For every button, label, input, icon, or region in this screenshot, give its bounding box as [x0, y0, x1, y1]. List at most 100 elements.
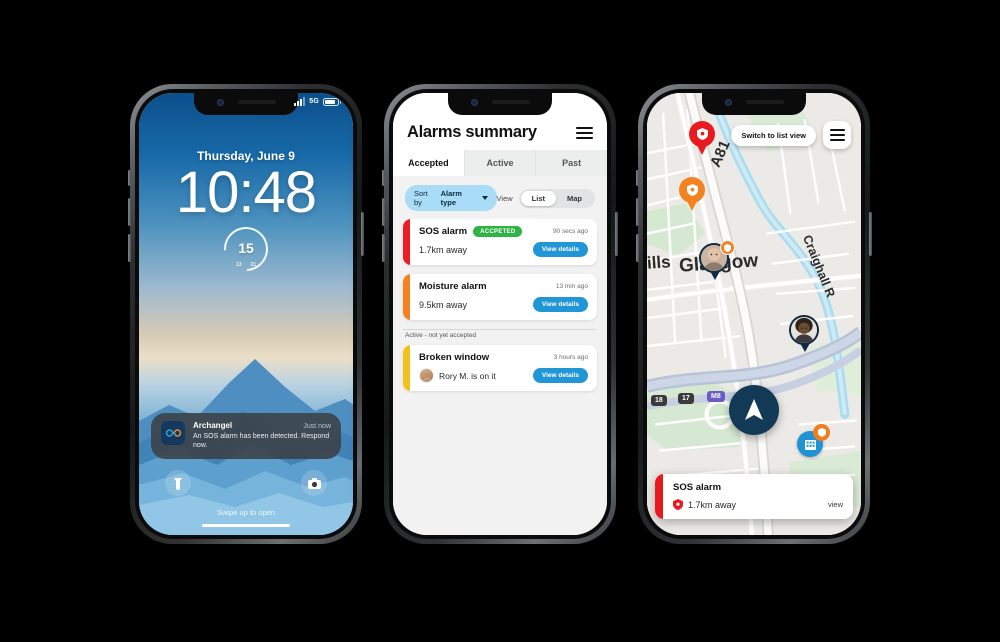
network-type-label: 5G: [309, 98, 319, 105]
front-camera-icon: [470, 98, 478, 106]
alarm-title: Moisture alarm: [419, 281, 487, 292]
page-title: Alarms summary: [407, 123, 537, 141]
alarm-list: SOS alarm ACCPETED 90 secs ago 1.7km awa…: [393, 219, 607, 535]
assignee-row: Rory M. is on it: [419, 368, 496, 383]
view-option-list[interactable]: List: [520, 190, 556, 206]
alarm-badge-icon: [720, 240, 735, 255]
notification-app-name: Archangel: [193, 421, 233, 430]
view-link[interactable]: view: [828, 500, 843, 509]
assignee-label: Rory M. is on it: [439, 370, 496, 381]
section-label-active: Active - not yet accepted: [403, 329, 597, 345]
switch-to-list-view-button[interactable]: Switch to list view: [731, 124, 816, 146]
volume-up-button[interactable]: [382, 198, 385, 226]
road-shield-m8: M8: [707, 391, 725, 402]
camera-button[interactable]: [301, 470, 327, 496]
alarm-badge-icon: [813, 424, 830, 441]
map-app[interactable]: A81 ills Glasgow Craighall R 18 17 M8 Sw…: [647, 93, 861, 535]
alarm-severity-bar: [403, 274, 410, 320]
alarm-timestamp: 13 min ago: [555, 283, 588, 290]
infinity-logo-icon: [165, 429, 181, 437]
alarm-icon: [673, 499, 683, 510]
phone-bezel: Alarms summary Accepted Active Past Sort…: [389, 89, 611, 539]
home-indicator[interactable]: [202, 524, 290, 527]
map-canvas: [647, 93, 861, 535]
alarm-severity-bar: [403, 219, 410, 265]
view-details-button[interactable]: View details: [532, 242, 588, 257]
phone3-screen: A81 ills Glasgow Craighall R 18 17 M8 Sw…: [647, 93, 861, 535]
hamburger-menu-icon[interactable]: [823, 121, 851, 149]
alarm-pin-orange[interactable]: [679, 177, 705, 211]
power-button[interactable]: [615, 212, 618, 256]
sort-prefix-label: Sort by: [414, 189, 428, 207]
road-shield-17: 17: [678, 393, 694, 404]
navigation-center-button[interactable]: [729, 385, 779, 435]
tab-active[interactable]: Active: [465, 150, 537, 176]
swipe-hint-text: Swipe up to open: [217, 508, 275, 517]
alarm-distance: 1.7km away: [419, 244, 468, 255]
chevron-down-icon: [481, 196, 488, 200]
view-option-map[interactable]: Map: [556, 191, 593, 206]
mute-switch[interactable]: [636, 170, 639, 186]
power-button[interactable]: [361, 212, 364, 256]
phone3-notch: [702, 93, 806, 115]
phone2-notch: [448, 93, 552, 115]
alarms-summary-app: Alarms summary Accepted Active Past Sort…: [393, 93, 607, 535]
phone-bezel: A81 ills Glasgow Craighall R 18 17 M8 Sw…: [643, 89, 865, 539]
alarm-title: Broken window: [419, 352, 490, 363]
earpiece-speaker: [237, 100, 276, 104]
alarm-shield-icon: [686, 184, 698, 196]
alarm-shield-icon: [817, 428, 826, 437]
phone-alarms-map: A81 ills Glasgow Craighall R 18 17 M8 Sw…: [636, 84, 872, 544]
earpiece-speaker: [745, 100, 784, 104]
sort-value-label: Alarm type: [440, 189, 462, 207]
front-camera-icon: [724, 98, 732, 106]
ring-widget[interactable]: 15 13 21: [214, 217, 278, 281]
mute-switch[interactable]: [382, 170, 385, 186]
notification-banner[interactable]: Archangel Just now An SOS alarm has been…: [151, 413, 341, 459]
view-segmented-control: List Map: [518, 188, 595, 208]
signal-strength-icon: [294, 97, 306, 106]
alarm-card-broken-window[interactable]: Broken window 3 hours ago Rory M. is on …: [403, 345, 597, 391]
volume-down-button[interactable]: [382, 234, 385, 262]
alarm-timestamp: 90 secs ago: [552, 228, 588, 235]
app-icon-archangel: [161, 421, 185, 445]
alarm-severity-bar: [655, 474, 663, 519]
view-label: View: [496, 193, 513, 203]
alarm-card-moisture[interactable]: Moisture alarm 13 min ago 9.5km away Vie…: [403, 274, 597, 320]
alarm-distance: 9.5km away: [419, 299, 468, 310]
phone-lock-screen: 5G Thursday, June 9 10:48 15 13 21 Archa…: [128, 84, 364, 544]
responder-marker-1[interactable]: [699, 240, 735, 281]
flashlight-button[interactable]: [165, 470, 191, 496]
earpiece-speaker: [491, 100, 530, 104]
battery-icon: [323, 97, 341, 106]
alarm-title: SOS alarm: [673, 482, 722, 493]
sort-by-dropdown[interactable]: Sort by Alarm type: [405, 185, 497, 211]
tab-past[interactable]: Past: [536, 150, 607, 176]
phone-bezel: 5G Thursday, June 9 10:48 15 13 21 Archa…: [135, 89, 357, 539]
status-bar: 5G: [294, 97, 341, 106]
front-camera-icon: [216, 98, 224, 106]
alarm-card-sos[interactable]: SOS alarm ACCPETED 90 secs ago 1.7km awa…: [403, 219, 597, 265]
view-details-button[interactable]: View details: [532, 368, 588, 383]
view-details-button[interactable]: View details: [532, 297, 588, 312]
volume-down-button[interactable]: [128, 234, 131, 262]
map-top-controls: Switch to list view: [657, 121, 851, 149]
alarm-title: SOS alarm: [419, 226, 468, 237]
hamburger-menu-icon[interactable]: [576, 126, 593, 139]
volume-down-button[interactable]: [636, 234, 639, 262]
responder-marker-2[interactable]: [789, 315, 821, 353]
navigation-arrow-icon: [745, 399, 763, 420]
building-icon: [804, 439, 816, 450]
screenshot-canvas: 5G Thursday, June 9 10:48 15 13 21 Archa…: [0, 0, 1000, 642]
mute-switch[interactable]: [128, 170, 131, 186]
volume-up-button[interactable]: [128, 198, 131, 226]
avatar: [419, 368, 434, 383]
building-poi-marker[interactable]: [797, 424, 830, 457]
notification-timestamp: Just now: [303, 423, 331, 430]
alarm-severity-bar: [403, 345, 410, 391]
map-alarm-card[interactable]: SOS alarm 1.7km away view: [655, 474, 853, 519]
notification-message: An SOS alarm has been detected. Respond …: [193, 433, 330, 450]
volume-up-button[interactable]: [636, 198, 639, 226]
tab-accepted[interactable]: Accepted: [393, 150, 465, 176]
power-button[interactable]: [869, 212, 872, 256]
